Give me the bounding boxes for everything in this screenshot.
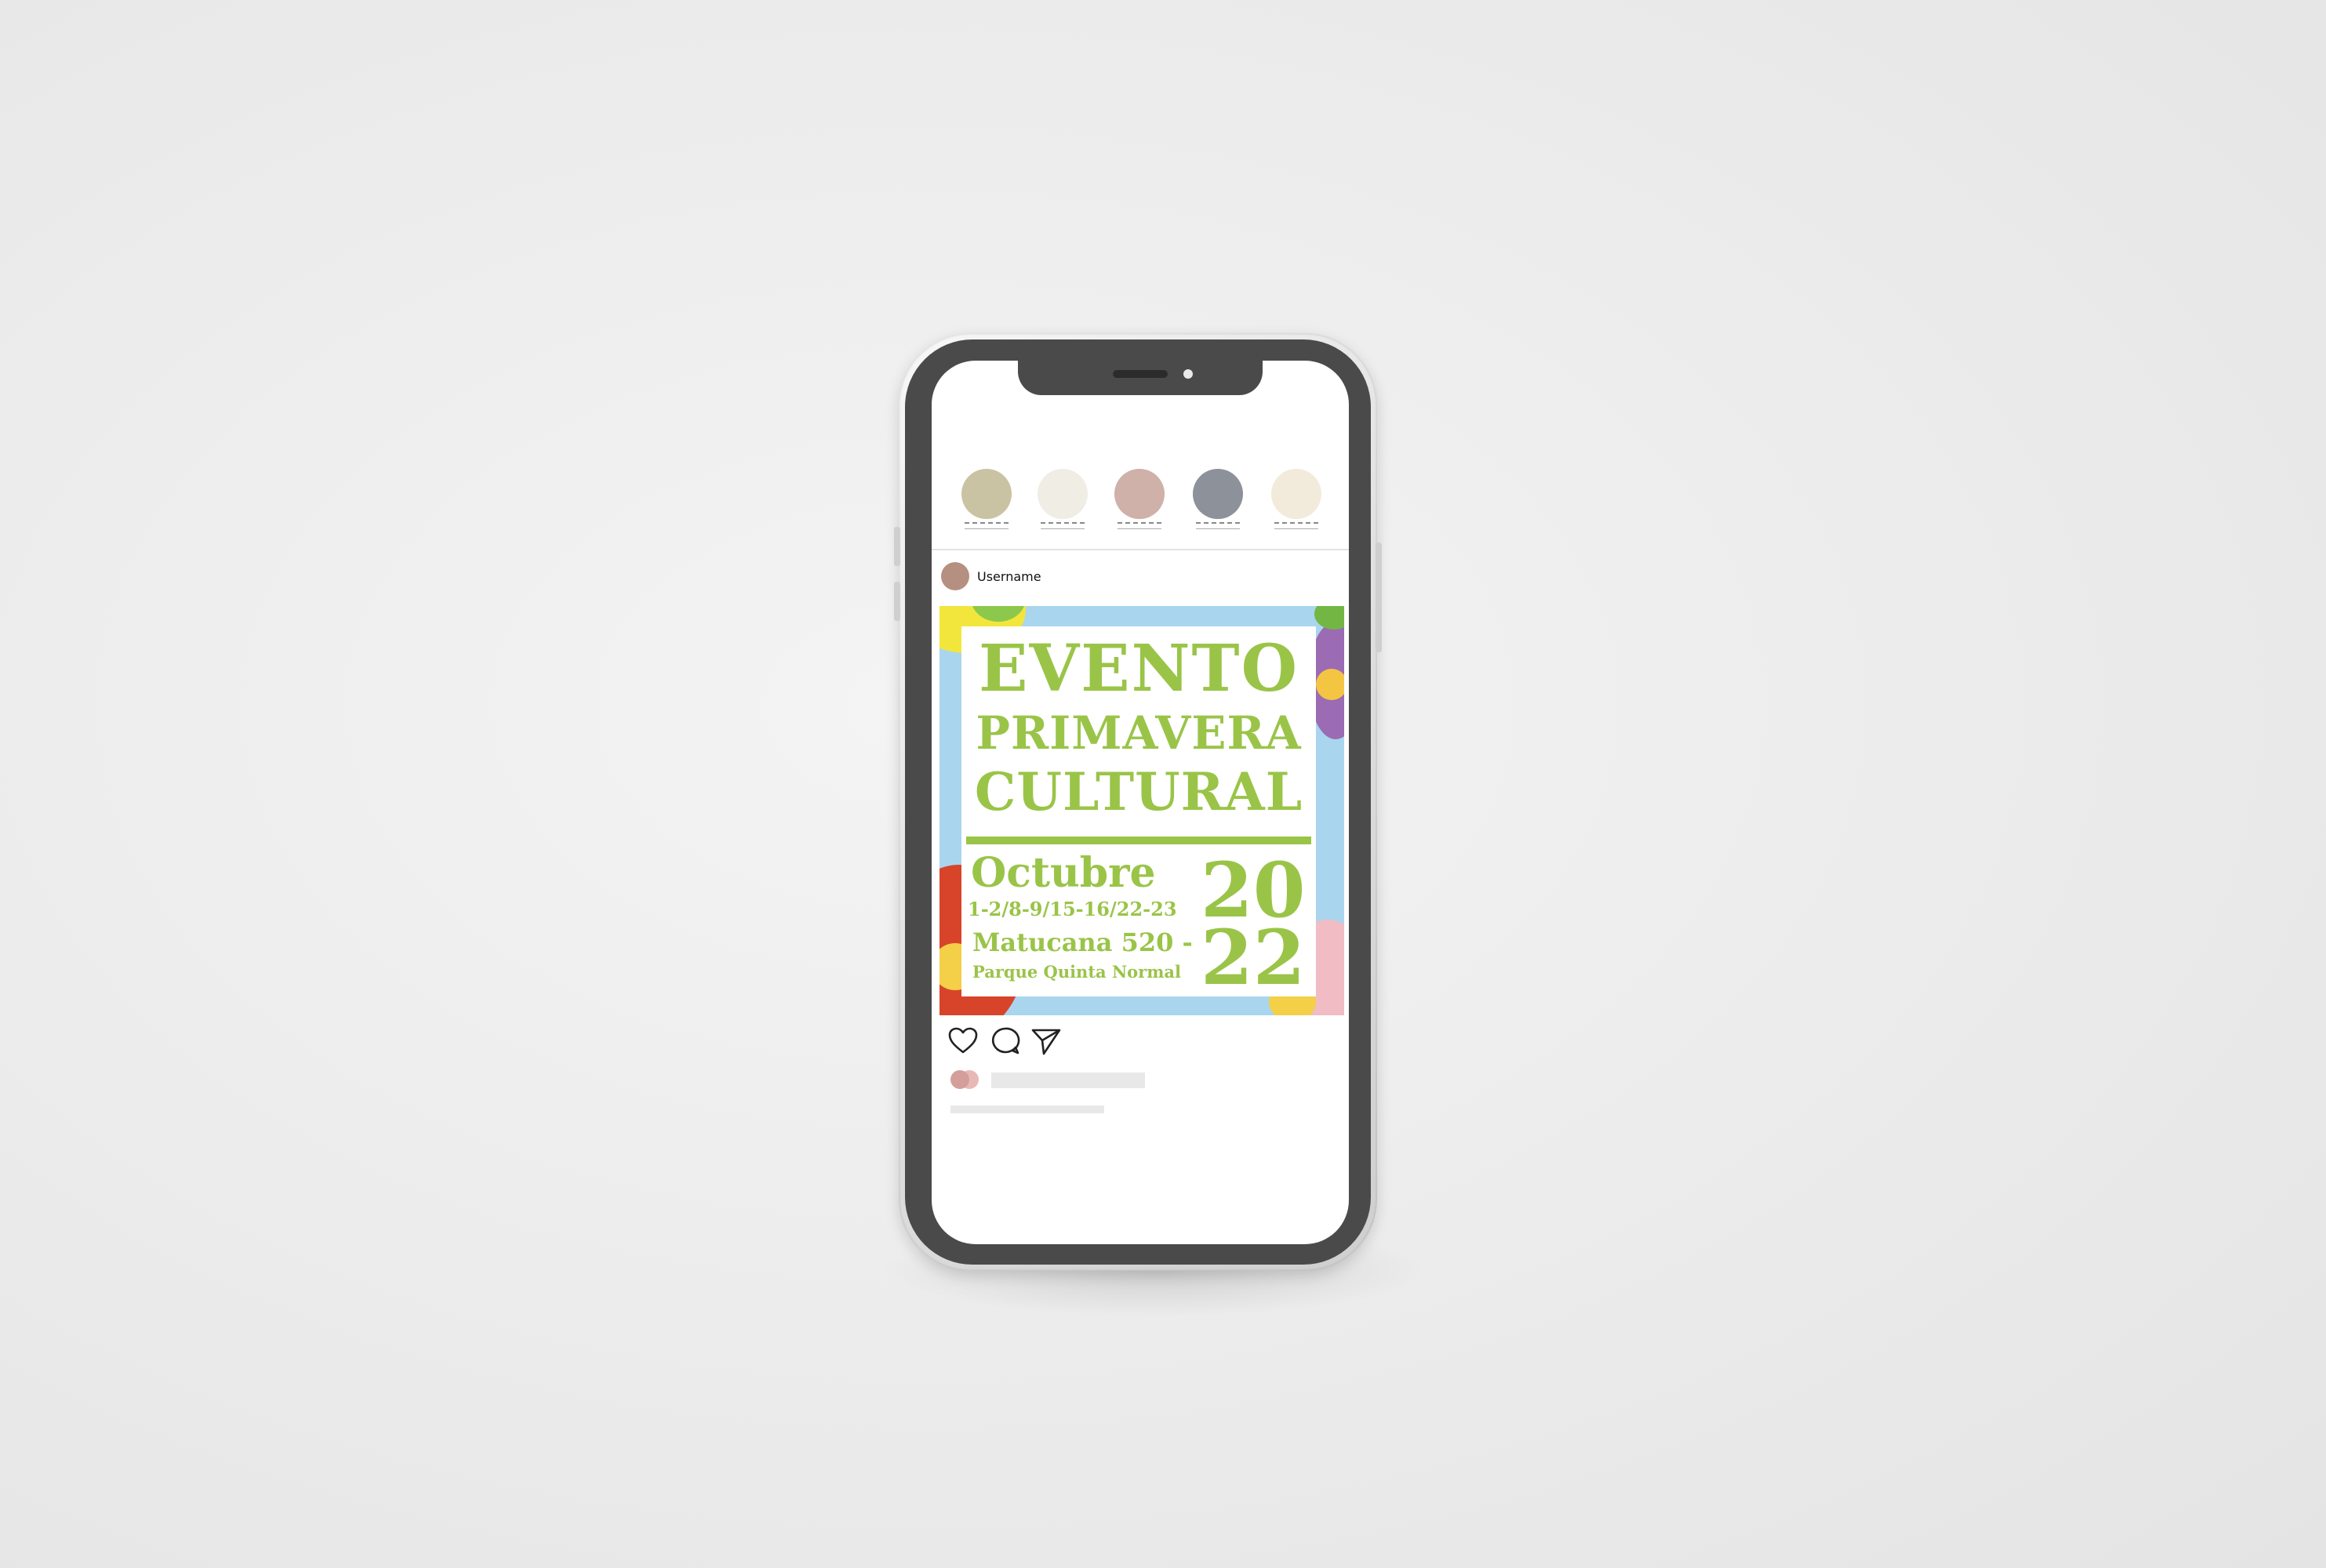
poster-divider-rule (966, 837, 1311, 844)
likes-row[interactable] (950, 1068, 1186, 1091)
poster-address-line-2: Parque Quinta Normal (972, 962, 1182, 982)
heart-icon[interactable] (947, 1025, 979, 1057)
story-item[interactable] (961, 469, 1013, 532)
feed-divider (932, 549, 1349, 550)
post-username[interactable]: Username (977, 569, 1041, 584)
post-image[interactable]: EVENTO PRIMAVERA CULTURAL Octubre 1-2/8-… (939, 606, 1344, 1015)
caption-placeholder (950, 1105, 1104, 1113)
poster-title-line-3: CULTURAL (974, 761, 1303, 822)
paper-plane-icon[interactable] (1030, 1025, 1062, 1057)
poster-title-line-2: PRIMAVERA (976, 706, 1302, 760)
poster-dates: 1-2/8-9/15-16/22-23 (968, 898, 1177, 920)
likes-text-placeholder (991, 1073, 1145, 1088)
story-avatar (1271, 469, 1321, 519)
phone-side-button-left-2 (894, 582, 900, 621)
story-avatar (961, 469, 1012, 519)
poster-year-bottom: 22 (1201, 913, 1306, 1002)
story-label (1118, 522, 1161, 529)
front-camera (1183, 369, 1193, 379)
liker-avatar (950, 1070, 969, 1089)
story-label (965, 522, 1009, 529)
story-avatar (1114, 469, 1165, 519)
story-item[interactable] (1193, 469, 1245, 532)
poster-title-line-1: EVENTO (978, 631, 1299, 706)
decorative-green-blob-right (1314, 606, 1344, 630)
speaker-grille (1113, 370, 1168, 378)
story-avatar (1193, 469, 1243, 519)
decorative-yellow-blob-right (1316, 669, 1344, 700)
story-label (1041, 522, 1085, 529)
comment-icon[interactable] (990, 1025, 1021, 1057)
poster-card: EVENTO PRIMAVERA CULTURAL Octubre 1-2/8-… (961, 626, 1316, 1002)
phone-side-button-left-1 (894, 527, 900, 566)
user-avatar[interactable] (941, 562, 969, 590)
story-item[interactable] (1114, 469, 1166, 532)
poster-month: Octubre (971, 849, 1156, 897)
phone-screen: Username EVENTO PRIMAVERA CULTURAL Octub… (932, 361, 1349, 1244)
post-actions (947, 1025, 1065, 1057)
phone-notch (1018, 361, 1263, 395)
poster-address-line-1: Matucana 520 - (972, 927, 1193, 957)
story-label (1196, 522, 1240, 529)
phone-side-button-right (1376, 543, 1382, 652)
story-avatar (1038, 469, 1088, 519)
story-item[interactable] (1271, 469, 1323, 532)
stories-bar (932, 469, 1349, 532)
story-item[interactable] (1038, 469, 1089, 532)
story-label (1274, 522, 1318, 529)
